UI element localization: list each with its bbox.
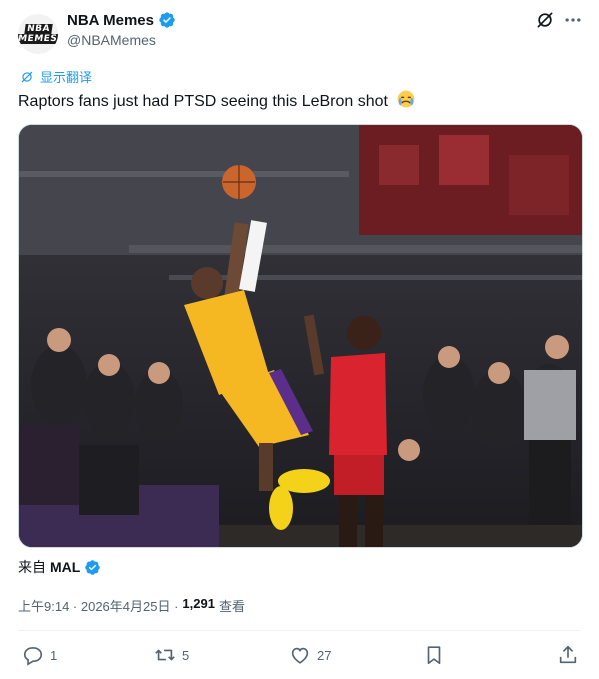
reply-button[interactable]: 1 xyxy=(22,642,57,668)
heart-icon xyxy=(291,647,309,664)
tweet-header: NBA MEMES NBA Memes @NBAMemes xyxy=(18,10,583,54)
show-translation-link[interactable]: 显示翻译 xyxy=(20,67,92,86)
divider xyxy=(18,630,581,631)
view-count: 1,291 xyxy=(182,596,215,611)
source-account-link[interactable]: MAL xyxy=(50,559,80,575)
avatar[interactable]: NBA MEMES xyxy=(18,14,58,54)
verified-badge-icon xyxy=(159,12,175,28)
verified-badge-icon xyxy=(85,559,101,575)
avatar-logo-bottom: MEMES xyxy=(18,34,58,44)
user-handle[interactable]: @NBAMemes xyxy=(67,32,156,48)
tweet-meta: 上午9:14 · 2026年4月25日 · 1,291 查看 xyxy=(18,596,245,615)
share-button[interactable] xyxy=(557,642,579,668)
reply-icon xyxy=(23,647,43,666)
view-count-label: 查看 xyxy=(218,599,245,614)
bookmark-icon xyxy=(427,646,441,665)
grok-icon[interactable] xyxy=(535,10,555,30)
avatar-logo: NBA MEMES xyxy=(18,14,58,54)
more-options-icon[interactable] xyxy=(563,10,583,30)
tweet-text: Raptors fans just had PTSD seeing this L… xyxy=(18,89,416,111)
basketball-photo xyxy=(19,125,582,547)
retweet-icon xyxy=(155,649,175,661)
reply-count: 1 xyxy=(50,647,58,663)
like-count: 27 xyxy=(317,647,332,663)
source-label: 来自 xyxy=(18,559,46,575)
retweet-count: 5 xyxy=(182,647,190,663)
crying-face-emoji-icon xyxy=(398,90,415,108)
display-name[interactable]: NBA Memes xyxy=(67,12,154,29)
action-bar: 1 5 27 xyxy=(18,642,581,668)
tweet-text-body: Raptors fans just had PTSD seeing this L… xyxy=(18,93,388,110)
show-translation-label: 显示翻译 xyxy=(40,70,93,85)
timestamp[interactable]: 上午9:14 · 2026年4月25日 · xyxy=(18,596,178,615)
bookmark-button[interactable] xyxy=(423,642,445,668)
share-icon xyxy=(559,645,577,664)
grok-translate-icon xyxy=(21,71,33,82)
retweet-button[interactable]: 5 xyxy=(154,642,189,668)
source-row: 来自 MAL xyxy=(18,557,101,577)
like-button[interactable]: 27 xyxy=(289,642,331,668)
avatar-logo-top: NBA xyxy=(23,24,53,34)
tweet-media[interactable] xyxy=(18,124,583,548)
name-row: NBA Memes xyxy=(67,10,176,30)
